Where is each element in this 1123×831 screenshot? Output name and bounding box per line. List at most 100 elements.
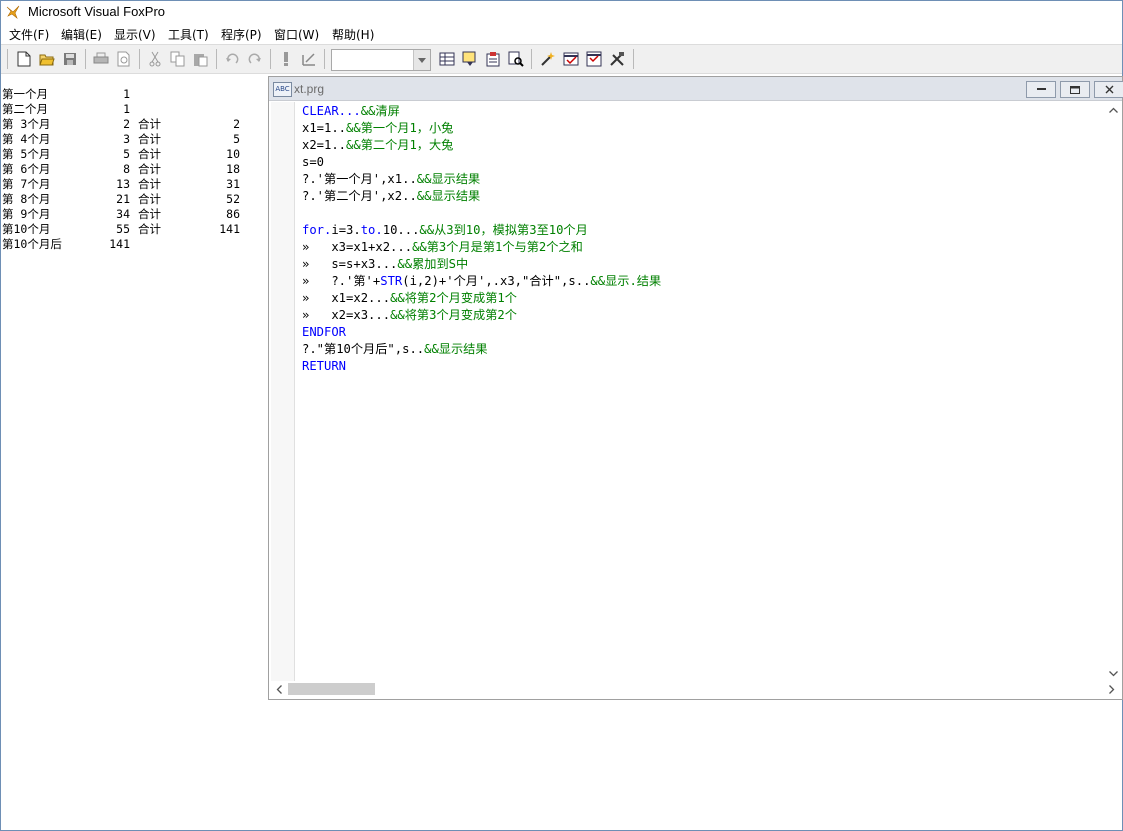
menu-view[interactable]: 显示(V) — [112, 26, 158, 43]
chevron-down-icon[interactable] — [413, 50, 430, 70]
print-icon[interactable] — [91, 49, 111, 69]
foxpro-logo-icon — [6, 5, 20, 19]
toolbar-separator — [139, 49, 140, 69]
code-token: » x2=x3... — [302, 308, 391, 322]
toolbar-separator — [324, 49, 325, 69]
properties-icon[interactable] — [561, 49, 581, 69]
output-total: 31 — [226, 177, 240, 191]
output-value: 1 — [123, 87, 130, 101]
standard-toolbar — [1, 44, 1122, 74]
editor-filename: xt.prg — [294, 82, 325, 96]
toolbar-separator — [531, 49, 532, 69]
paste-icon[interactable] — [191, 49, 211, 69]
toolbar-combobox[interactable] — [331, 49, 431, 71]
code-line: ?."第10个月后",s..&&显示结果 — [302, 341, 661, 358]
code-line: » x1=x2...&&将第2个月变成第1个 — [302, 290, 661, 307]
scroll-right-icon[interactable] — [1104, 681, 1119, 697]
code-comment: &&累加到S中 — [397, 257, 469, 271]
print-preview-icon[interactable] — [114, 49, 134, 69]
code-keyword: ENDFOR — [302, 325, 347, 339]
toolbar-separator — [216, 49, 217, 69]
output-total: 2 — [233, 117, 240, 131]
code-line: » x2=x3...&&将第3个月变成第2个 — [302, 307, 661, 324]
code-line: x2=1..&&第二个月1，大兔 — [302, 137, 661, 154]
copy-icon[interactable] — [168, 49, 188, 69]
scroll-left-icon[interactable] — [271, 681, 286, 697]
report-icon[interactable] — [483, 49, 503, 69]
scroll-down-icon[interactable] — [1106, 666, 1121, 681]
code-token: » x3=x1+x2... — [302, 240, 413, 254]
output-value: 1 — [123, 102, 130, 116]
output-total: 18 — [226, 162, 240, 176]
toolbar-separator — [270, 49, 271, 69]
code-comment: &&第二个月1，大兔 — [346, 138, 454, 152]
output-total: 10 — [226, 147, 240, 161]
code-keyword: STR — [380, 274, 403, 288]
new-file-icon[interactable] — [14, 49, 34, 69]
app-title: Microsoft Visual FoxPro — [28, 4, 166, 19]
code-line: for.i=3.to.10...&&从3到10，模拟第3至10个月 — [302, 222, 661, 239]
code-comment: &&清屏 — [360, 104, 400, 118]
code-line: x1=1..&&第一个月1，小兔 — [302, 120, 661, 137]
cut-icon[interactable] — [145, 49, 165, 69]
horizontal-scroll-thumb[interactable] — [288, 683, 375, 695]
code-token: » s=s+x3... — [302, 257, 398, 271]
close-button[interactable] — [1094, 81, 1123, 98]
code-comment: &&第一个月1，小兔 — [346, 121, 454, 135]
query-icon[interactable] — [506, 49, 526, 69]
code-line: RETURN — [302, 358, 661, 375]
form-wizard-icon[interactable] — [460, 49, 480, 69]
code-line: ENDFOR — [302, 324, 661, 341]
data-session-icon[interactable] — [437, 49, 457, 69]
output-total: 52 — [226, 192, 240, 206]
code-token: » x1=x2... — [302, 291, 391, 305]
code-line: CLEAR...&&清屏 — [302, 103, 661, 120]
code-comment: &&从3到10，模拟第3至10个月 — [419, 223, 588, 237]
menu-help[interactable]: 帮助(H) — [330, 26, 376, 43]
undo-icon[interactable] — [222, 49, 242, 69]
code-token: ?.'第一个月',x1.. — [302, 172, 417, 186]
code-keyword: for. — [302, 223, 332, 237]
horizontal-scrollbar[interactable] — [271, 681, 1114, 697]
title-bar: Microsoft Visual FoxPro — [1, 1, 1122, 23]
code-token: ?."第10个月后",s.. — [302, 342, 425, 356]
code-token: x1=1.. — [302, 121, 347, 135]
code-comment: &&显示结果 — [416, 172, 481, 186]
toolbar-separator — [633, 49, 634, 69]
save-icon[interactable] — [60, 49, 80, 69]
output-total: 86 — [226, 207, 240, 221]
tools-icon[interactable] — [607, 49, 627, 69]
maximize-button[interactable] — [1060, 81, 1090, 98]
code-comment: &&将第3个月变成第2个 — [390, 308, 517, 322]
code-keyword: to. — [360, 223, 383, 237]
menu-program[interactable]: 程序(P) — [219, 26, 264, 43]
code-keyword: CLEAR... — [302, 104, 361, 118]
menu-file[interactable]: 文件(F) — [7, 26, 51, 43]
vertical-scrollbar[interactable] — [1106, 102, 1121, 681]
open-folder-icon[interactable] — [37, 49, 57, 69]
editor-title-bar: ABC xt.prg — [269, 77, 1123, 101]
code-token: i=3. — [331, 223, 361, 237]
code-comment: &&显示结果 — [416, 189, 481, 203]
minimize-button[interactable] — [1026, 81, 1056, 98]
output-value: 141 — [109, 237, 130, 251]
run-icon[interactable] — [276, 49, 296, 69]
code-line: ?.'第一个月',x1..&&显示结果 — [302, 171, 661, 188]
program-editor-window: ABC xt.prg CLEAR...&&清屏 x1=1..&&第一个月1，小兔 x… — [268, 76, 1123, 700]
menu-tools[interactable]: 工具(T) — [166, 26, 211, 43]
menu-bar: 文件(F) 编辑(E) 显示(V) 工具(T) 程序(P) 窗口(W) 帮助(H… — [1, 23, 1122, 43]
selection-margin[interactable] — [271, 102, 295, 681]
output-total: 5 — [233, 132, 240, 146]
modify-form-icon[interactable] — [299, 49, 319, 69]
code-token: ?.'第二个月',x2.. — [302, 189, 417, 203]
menu-edit[interactable]: 编辑(E) — [59, 26, 104, 43]
code-comment: &&第3个月是第1个与第2个之和 — [412, 240, 583, 254]
builder-icon[interactable] — [538, 49, 558, 69]
code-text[interactable]: CLEAR...&&清屏 x1=1..&&第一个月1，小兔 x2=1..&&第二个月… — [302, 103, 661, 375]
menu-window[interactable]: 窗口(W) — [272, 26, 321, 43]
scroll-up-icon[interactable] — [1106, 102, 1121, 117]
code-icon[interactable] — [584, 49, 604, 69]
code-comment: &&将第2个月变成第1个 — [390, 291, 517, 305]
redo-icon[interactable] — [245, 49, 265, 69]
code-comment: &&显示结果 — [424, 342, 488, 356]
